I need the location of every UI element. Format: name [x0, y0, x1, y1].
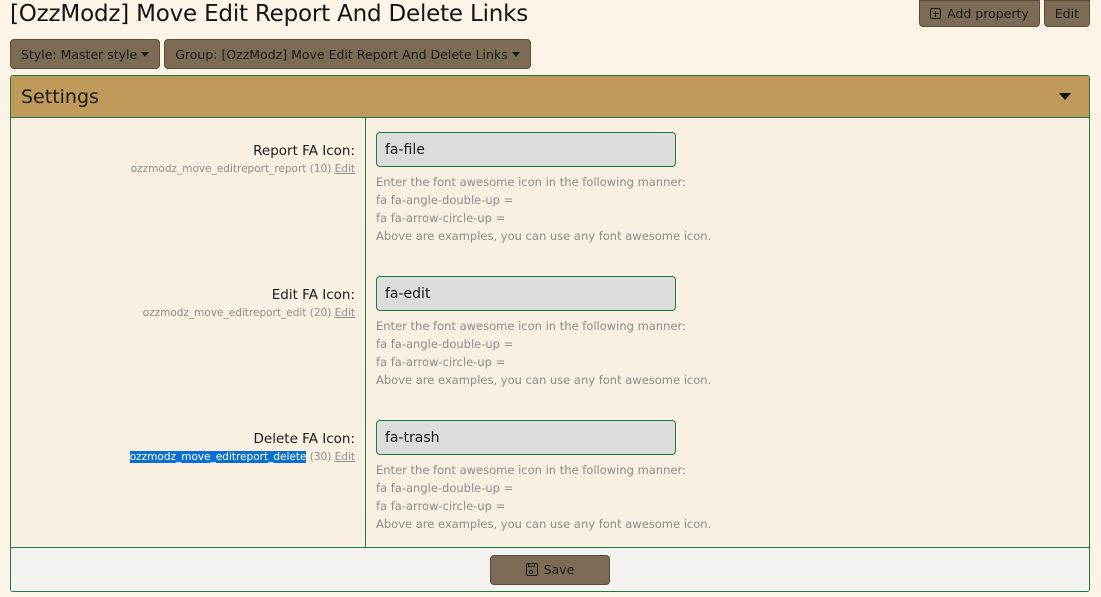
setting-label: Report FA Icon:	[253, 143, 355, 159]
edit-label: Edit	[1054, 6, 1079, 21]
group-filter-dropdown[interactable]: Group: [OzzModz] Move Edit Report And De…	[164, 39, 531, 69]
save-button[interactable]: Save	[490, 554, 610, 585]
explain-line: fa fa-angle-double-up =	[376, 337, 514, 351]
explain-line: Above are examples, you can use any font…	[376, 229, 712, 243]
explain-line: fa fa-arrow-circle-up =	[376, 499, 506, 513]
setting-row-edit: Edit FA Icon: ozzmodz_move_editreport_ed…	[11, 262, 1089, 406]
setting-row-label-column: Report FA Icon: ozzmodz_move_editreport_…	[11, 142, 355, 177]
page: [OzzModz] Move Edit Report And Delete Li…	[0, 0, 1101, 597]
setting-label: Delete FA Icon:	[253, 431, 355, 447]
setting-row-label-column: Edit FA Icon: ozzmodz_move_editreport_ed…	[11, 286, 355, 321]
caret-down-icon	[511, 51, 520, 57]
edit-fa-icon-input[interactable]	[376, 276, 676, 311]
setting-meta: ozzmodz_move_editreport_report (10) Edit	[11, 161, 355, 177]
explain-line: fa fa-angle-double-up =	[376, 481, 514, 495]
setting-row-label-column: Delete FA Icon: ozzmodz_move_editreport_…	[11, 430, 355, 465]
property-order: (10)	[309, 163, 332, 175]
explain-line: fa fa-arrow-circle-up =	[376, 211, 506, 225]
setting-meta: ozzmodz_move_editreport_delete (30) Edit	[11, 449, 355, 465]
top-actions: Add property Edit	[919, 0, 1090, 27]
setting-label: Edit FA Icon:	[271, 287, 355, 303]
edit-button[interactable]: Edit	[1043, 0, 1090, 27]
setting-row-report: Report FA Icon: ozzmodz_move_editreport_…	[11, 118, 1089, 262]
setting-explain: Enter the font awesome icon in the follo…	[376, 461, 711, 533]
explain-line: Enter the font awesome icon in the follo…	[376, 175, 686, 189]
plus-square-icon	[930, 8, 942, 19]
setting-explain: Enter the font awesome icon in the follo…	[376, 173, 711, 245]
edit-property-link[interactable]: Edit	[335, 307, 355, 319]
setting-row-input-column: Enter the font awesome icon in the follo…	[376, 132, 711, 245]
explain-line: fa fa-angle-double-up =	[376, 193, 514, 207]
settings-block-title: Settings	[21, 85, 99, 108]
settings-block: Settings Report FA Icon: ozzmodz_move_ed…	[10, 75, 1090, 592]
explain-line: Above are examples, you can use any font…	[376, 373, 712, 387]
property-key: ozzmodz_move_editreport_report	[130, 163, 307, 175]
floppy-disk-icon	[525, 563, 538, 576]
property-key: ozzmodz_move_editreport_edit	[142, 307, 307, 319]
group-filter-label: Group: [OzzModz] Move Edit Report And De…	[175, 46, 508, 62]
page-title: [OzzModz] Move Edit Report And Delete Li…	[10, 1, 529, 27]
explain-line: Enter the font awesome icon in the follo…	[376, 463, 686, 477]
caret-down-icon	[141, 51, 150, 57]
explain-line: Above are examples, you can use any font…	[376, 517, 712, 531]
collapse-caret-icon[interactable]	[1059, 93, 1071, 100]
settings-block-header[interactable]: Settings	[11, 76, 1089, 118]
save-label: Save	[543, 562, 575, 577]
setting-row-delete: Delete FA Icon: ozzmodz_move_editreport_…	[11, 406, 1089, 550]
property-key-selected: ozzmodz_move_editreport_delete	[129, 451, 307, 463]
property-order: (30)	[309, 451, 332, 463]
style-filter-label: Style: Master style	[21, 46, 138, 62]
explain-line: Enter the font awesome icon in the follo…	[376, 319, 686, 333]
explain-line: fa fa-arrow-circle-up =	[376, 355, 506, 369]
settings-rows: Report FA Icon: ozzmodz_move_editreport_…	[11, 118, 1089, 549]
edit-property-link[interactable]: Edit	[335, 163, 355, 175]
delete-fa-icon-input[interactable]	[376, 420, 676, 455]
property-order: (20)	[309, 307, 332, 319]
add-property-label: Add property	[947, 6, 1029, 21]
setting-meta: ozzmodz_move_editreport_edit (20) Edit	[11, 305, 355, 321]
edit-property-link[interactable]: Edit	[335, 451, 355, 463]
report-fa-icon-input[interactable]	[376, 132, 676, 167]
setting-row-input-column: Enter the font awesome icon in the follo…	[376, 420, 711, 533]
setting-explain: Enter the font awesome icon in the follo…	[376, 317, 711, 389]
add-property-button[interactable]: Add property	[919, 0, 1040, 27]
style-filter-dropdown[interactable]: Style: Master style	[10, 39, 161, 69]
form-footer: Save	[11, 547, 1089, 591]
filter-bar: Style: Master style Group: [OzzModz] Mov…	[10, 39, 531, 69]
setting-row-input-column: Enter the font awesome icon in the follo…	[376, 276, 711, 389]
